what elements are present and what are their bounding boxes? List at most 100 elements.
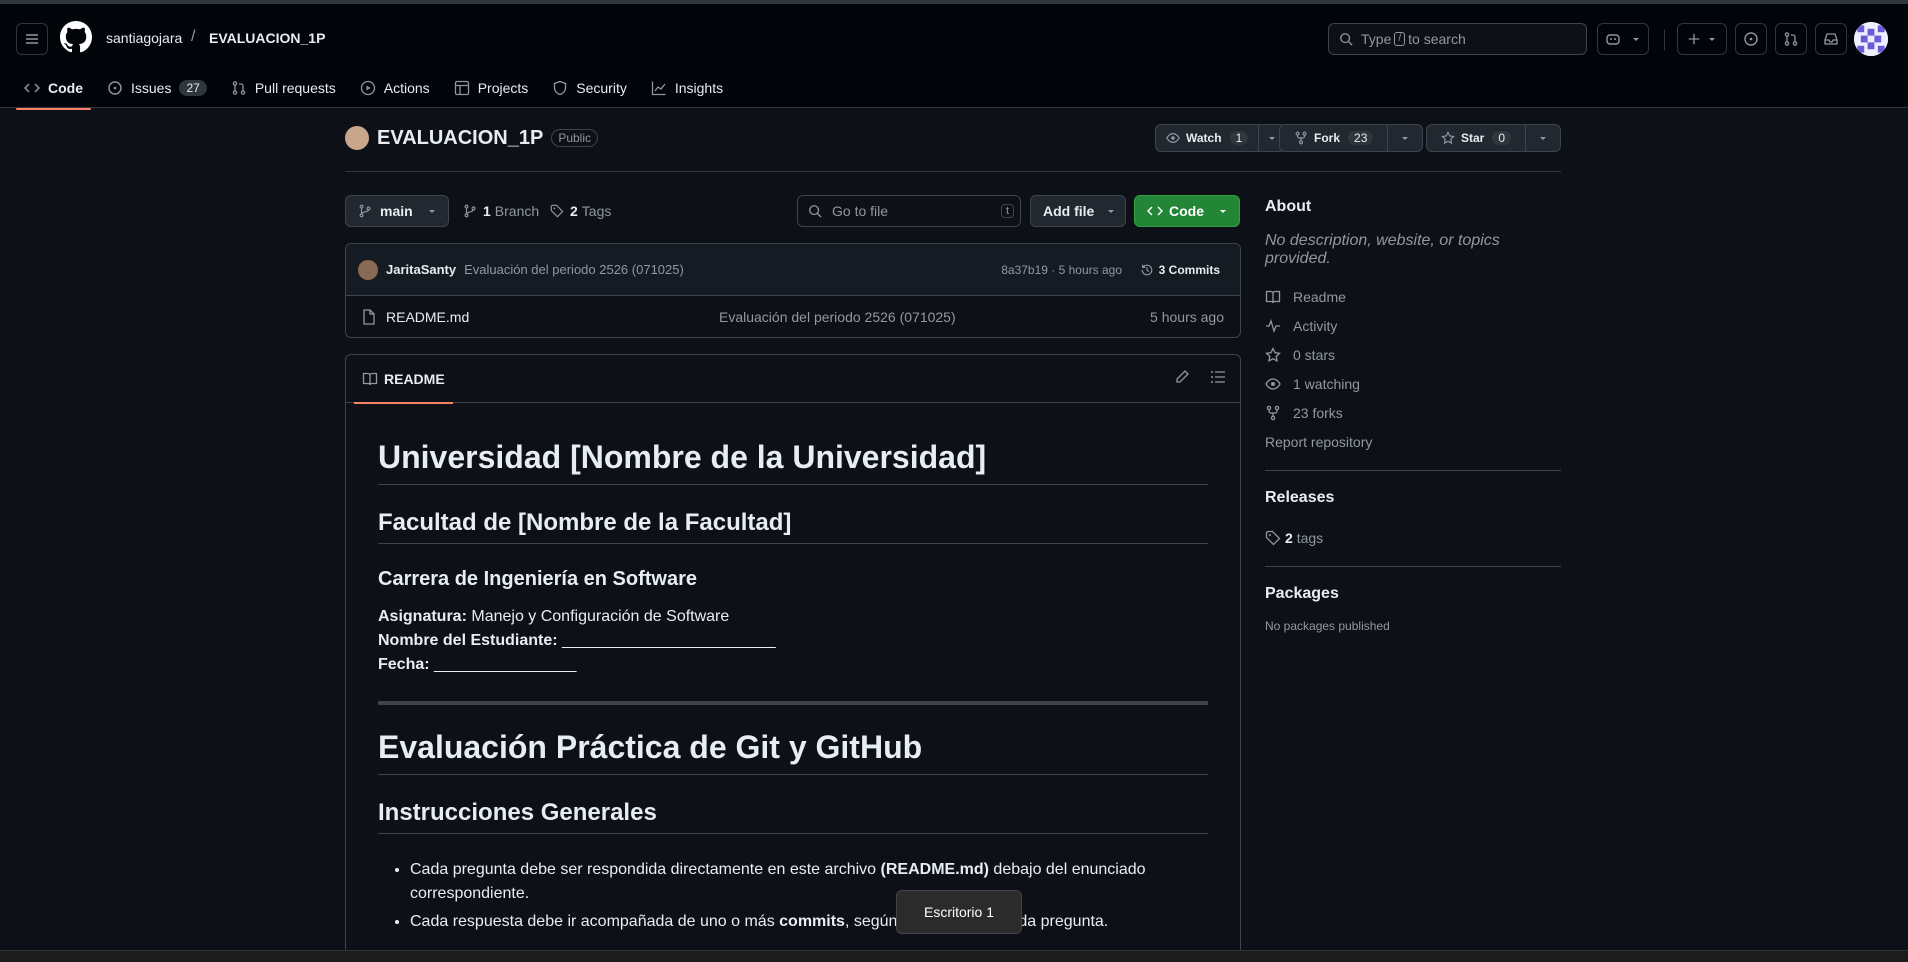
tab-insights[interactable]: Insights [643,70,731,106]
releases-tags-link[interactable]: 2 tags [1265,523,1561,552]
readme-subject-line: Asignatura: Manejo y Configuración de So… [378,605,1208,629]
about-description: No description, website, or topics provi… [1265,232,1500,267]
pull-requests-button[interactable] [1775,23,1807,55]
search-input[interactable]: Type / to search [1328,23,1587,55]
tab-projects[interactable]: Projects [446,70,537,106]
date-value: ________________ [434,656,577,673]
about-heading: About [1265,198,1312,215]
sidebar-item-label: 23 forks [1293,404,1343,421]
branches-link[interactable]: 1 Branch [463,203,539,219]
search-icon [809,205,822,218]
watch-count: 1 [1229,131,1249,145]
sidebar-item-forks[interactable]: 23 forks [1265,398,1561,427]
readme-heading-career: Carrera de Ingeniería en Software [378,568,698,590]
sidebar-item-label: 0 stars [1293,346,1336,363]
about-sidebar: About No description, website, or topics… [1265,198,1561,633]
fork-actions: Fork 23 [1279,124,1424,152]
watch-label: Watch [1186,131,1222,145]
repo-name[interactable]: EVALUACION_1P [377,127,543,150]
file-name[interactable]: README.md [386,309,469,325]
readme-instructions-list: Cada pregunta debe ser respondida direct… [378,858,1208,934]
user-avatar[interactable] [1854,22,1888,56]
bullet-bold: (README.md) [880,861,989,878]
issues-counter: 27 [179,80,207,96]
student-value: ________________________ [562,632,776,649]
breadcrumb-owner[interactable]: santiagojara [106,30,182,46]
commits-link[interactable]: 3 Commits [1140,263,1220,277]
fork-button[interactable]: Fork 23 [1279,124,1424,152]
add-file-button[interactable]: Add file [1030,195,1126,227]
sidebar-divider [1265,566,1561,567]
menu-button[interactable] [16,23,48,55]
tab-code[interactable]: Code [16,70,91,110]
chevron-down-icon [428,210,435,213]
owner-avatar[interactable] [345,126,369,150]
readme-heading-university: Universidad [Nombre de la Universidad] [378,439,1208,485]
tag-label: Tags [581,203,612,219]
list-unordered-icon[interactable] [1210,369,1226,385]
create-new-button[interactable] [1677,23,1727,55]
search-shortcut-key: / [1394,32,1406,46]
report-repository-link[interactable]: Report repository [1265,427,1561,456]
bullet-bold: commits [779,913,845,930]
readme-content: Universidad [Nombre de la Universidad] F… [346,403,1240,962]
chevron-down-icon [1633,38,1639,41]
commit-message[interactable]: Evaluación del periodo 2526 (071025) [464,262,684,277]
tab-pull-requests[interactable]: Pull requests [223,70,344,106]
code-button[interactable]: Code [1134,195,1240,227]
pencil-icon[interactable] [1174,369,1190,385]
shield-icon [554,80,567,96]
book-icon [362,372,378,385]
releases-heading[interactable]: Releases [1265,489,1561,507]
breadcrumb-repo[interactable]: EVALUACION_1P [209,30,325,46]
sidebar-item-readme[interactable]: Readme [1265,282,1561,311]
readme-tab[interactable]: README [354,355,453,404]
readme-rule [378,701,1208,705]
star-button[interactable]: Star 0 [1426,124,1562,152]
branch-count: 1 [483,203,491,219]
fork-dropdown[interactable] [1388,125,1422,151]
tab-security[interactable]: Security [544,70,635,106]
copilot-button[interactable] [1597,23,1649,55]
repo-forked-icon [1266,405,1280,420]
star-actions: Star 0 [1426,124,1562,152]
star-count: 0 [1492,131,1512,145]
watch-button[interactable]: Watch 1 [1155,124,1287,152]
commit-author[interactable]: JaritaSanty [386,262,456,277]
tab-label: Pull requests [254,80,336,96]
readme-heading-evaluation: Evaluación Práctica de Git y GitHub [378,729,1208,775]
commit-hash-time[interactable]: 8a37b19 · 5 hours ago [1001,263,1122,277]
commit-author-avatar[interactable] [358,259,378,280]
packages-heading[interactable]: Packages [1265,585,1561,603]
file-commit-message[interactable]: Evaluación del periodo 2526 (071025) [719,309,956,325]
chevron-down-icon [1220,210,1226,213]
inbox-button[interactable] [1815,23,1847,55]
sidebar-item-watching[interactable]: 1 watching [1265,369,1561,398]
repo-forked-icon [1295,131,1307,145]
tags-link[interactable]: 2 Tags [550,203,611,219]
issues-button[interactable] [1735,23,1767,55]
tab-label: Projects [477,80,529,96]
file-row[interactable]: README.md Evaluación del periodo 2526 (0… [346,296,1240,337]
subject-label: Asignatura: [378,608,467,625]
add-file-label: Add file [1043,203,1095,219]
repo-actions: Watch 1 [1155,124,1287,152]
header-divider [1664,30,1665,50]
branch-select-button[interactable]: main [345,195,449,227]
fork-label: Fork [1314,131,1341,145]
file-browser: JaritaSanty Evaluación del periodo 2526 … [345,243,1241,338]
git-pull-request-icon [232,81,246,95]
chevron-down-icon [1709,38,1715,41]
eye-icon [1166,133,1180,143]
star-dropdown[interactable] [1526,125,1560,151]
sidebar-item-stars[interactable]: 0 stars [1265,340,1561,369]
go-to-file-input[interactable]: Go to file t [797,195,1021,227]
tab-issues[interactable]: Issues 27 [99,70,215,106]
tab-actions[interactable]: Actions [352,70,438,106]
tag-icon [550,204,564,218]
sidebar-item-activity[interactable]: Activity [1265,311,1561,340]
table-icon [454,80,469,96]
tab-label: Insights [674,80,724,96]
github-logo-icon[interactable] [60,21,92,53]
tab-label: Issues [131,80,172,96]
